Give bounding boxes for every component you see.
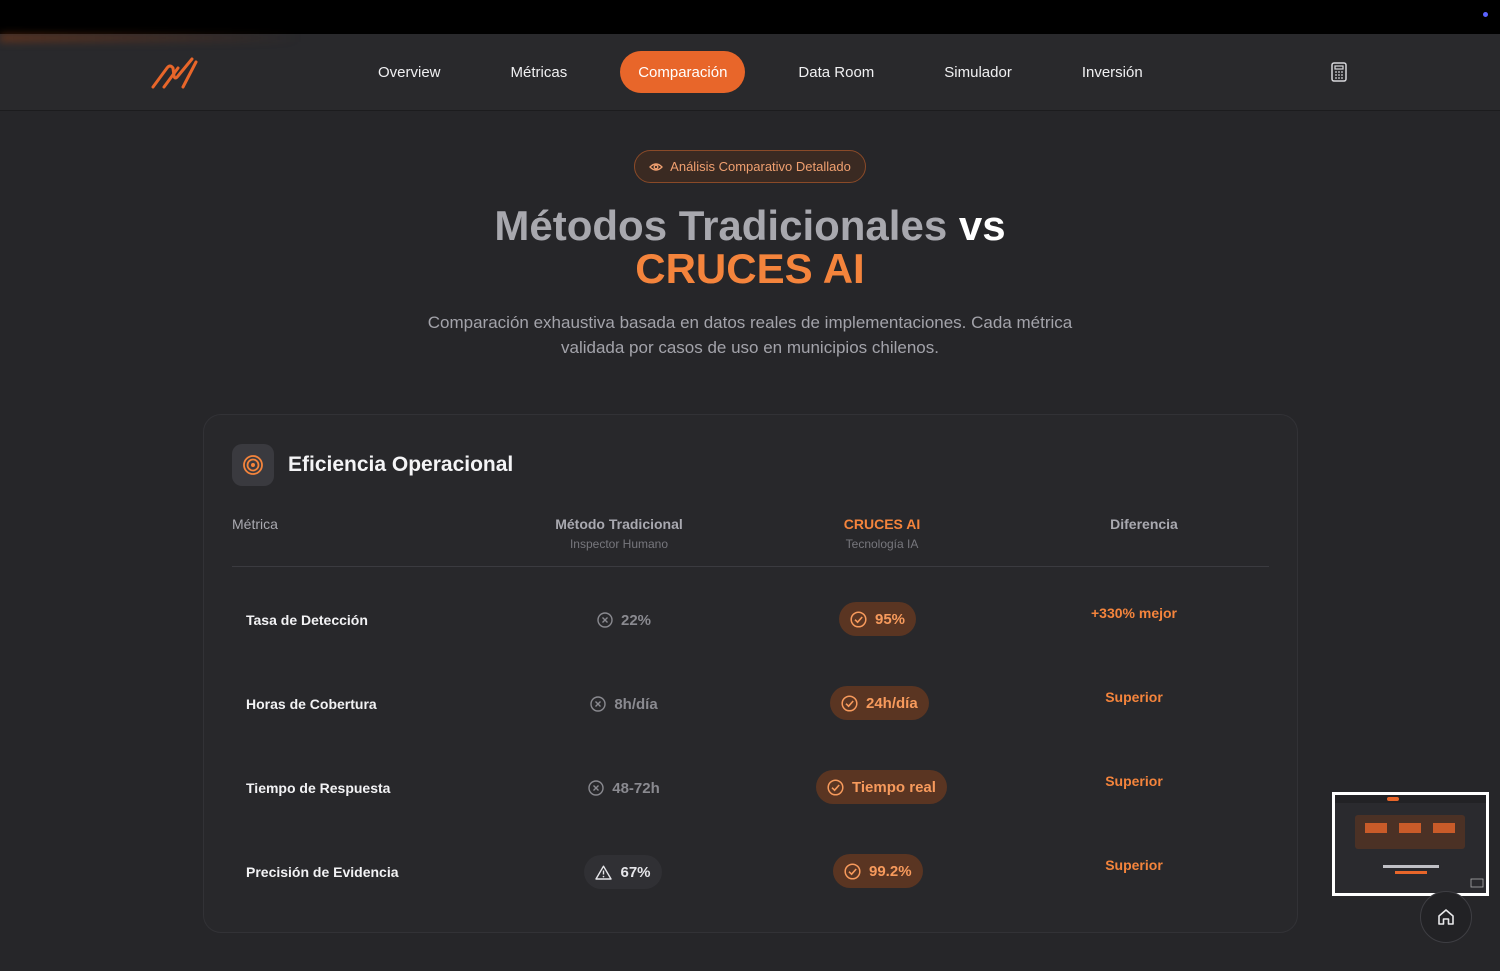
title-vs: vs [958, 202, 1006, 249]
row-cruces: 99.2% [833, 854, 923, 888]
eye-icon [649, 162, 664, 171]
calculator-icon[interactable] [1329, 62, 1349, 82]
card-title: Eficiencia Operacional [288, 453, 514, 476]
title-brand: CRUCES AI [635, 245, 865, 292]
row-difference: Superior [1105, 689, 1163, 705]
check-circle-icon [827, 778, 844, 796]
home-icon [1438, 909, 1454, 925]
row-traditional: 8h/día [524, 687, 724, 721]
header-divider [232, 566, 1269, 567]
home-button[interactable] [1420, 891, 1472, 943]
target-icon [243, 455, 263, 475]
traditional-value: 22% [620, 611, 652, 629]
check-circle-icon [850, 610, 867, 628]
row-traditional: 48-72h [524, 771, 724, 805]
cruces-value: 95% [875, 610, 906, 628]
check-circle-icon [844, 862, 861, 880]
cruces-value: Tiempo real [852, 778, 936, 796]
header-cruces-sub: Tecnología IA [845, 537, 919, 551]
section-badge: Análisis Comparativo Detallado [634, 150, 866, 183]
row-metric: Tasa de Detección [246, 612, 368, 628]
row-metric: Horas de Cobertura [246, 696, 377, 712]
cruces-logo-icon[interactable] [150, 56, 198, 90]
nav-inversion[interactable]: Inversión [1047, 51, 1178, 93]
row-cruces: Tiempo real [816, 770, 947, 804]
header-difference: Diferencia [1110, 516, 1178, 532]
main-navbar: Overview Métricas Comparación Data Room … [0, 34, 1500, 110]
status-dot [1483, 12, 1488, 17]
row-cruces: 95% [839, 602, 917, 636]
row-metric: Precisión de Evidencia [246, 864, 399, 880]
x-circle-icon [588, 780, 604, 796]
nav-metricas[interactable]: Métricas [476, 51, 603, 93]
minimap-preview [1335, 795, 1486, 893]
nav-links: Overview Métricas Comparación Data Room … [343, 51, 1178, 93]
x-circle-icon [597, 612, 613, 628]
page-minimap-thumbnail[interactable] [1332, 792, 1489, 896]
badge-label: Análisis Comparativo Detallado [670, 159, 851, 174]
traditional-value: 67% [620, 863, 651, 881]
page-subtitle: Comparación exhaustiva basada en datos r… [427, 313, 1073, 357]
navbar-glow [0, 34, 300, 42]
cruces-value: 24h/día [866, 694, 918, 712]
row-metric: Tiempo de Respuesta [246, 780, 391, 796]
row-cruces: 24h/día [830, 686, 929, 720]
comparison-card: Eficiencia Operacional Métrica Método Tr… [203, 414, 1298, 933]
header-traditional-sub: Inspector Humano [569, 537, 669, 551]
card-icon-box [232, 444, 274, 486]
row-difference: Superior [1105, 773, 1163, 789]
nav-data-room[interactable]: Data Room [763, 51, 909, 93]
header-cruces: CRUCES AI [843, 516, 921, 532]
row-traditional: 67% [584, 855, 662, 889]
nav-comparacion[interactable]: Comparación [620, 51, 746, 93]
header-traditional: Método Tradicional [555, 516, 683, 532]
title-traditional: Métodos Tradicionales [494, 202, 948, 249]
cruces-value: 99.2% [869, 862, 912, 880]
traditional-value: 8h/día [614, 695, 658, 713]
top-black-bar [0, 0, 1500, 34]
header-metric: Métrica [232, 516, 278, 532]
row-difference: Superior [1105, 857, 1163, 873]
x-circle-icon [590, 696, 607, 712]
nav-overview[interactable]: Overview [343, 51, 476, 93]
check-circle-icon [841, 694, 858, 712]
traditional-value: 48-72h [612, 779, 660, 797]
page-title: Métodos Tradicionales vs CRUCES AI [0, 204, 1500, 290]
row-traditional: 22% [524, 603, 724, 637]
warning-triangle-icon [595, 865, 613, 880]
nav-simulador[interactable]: Simulador [909, 51, 1047, 93]
row-difference: +330% mejor [1091, 605, 1177, 621]
